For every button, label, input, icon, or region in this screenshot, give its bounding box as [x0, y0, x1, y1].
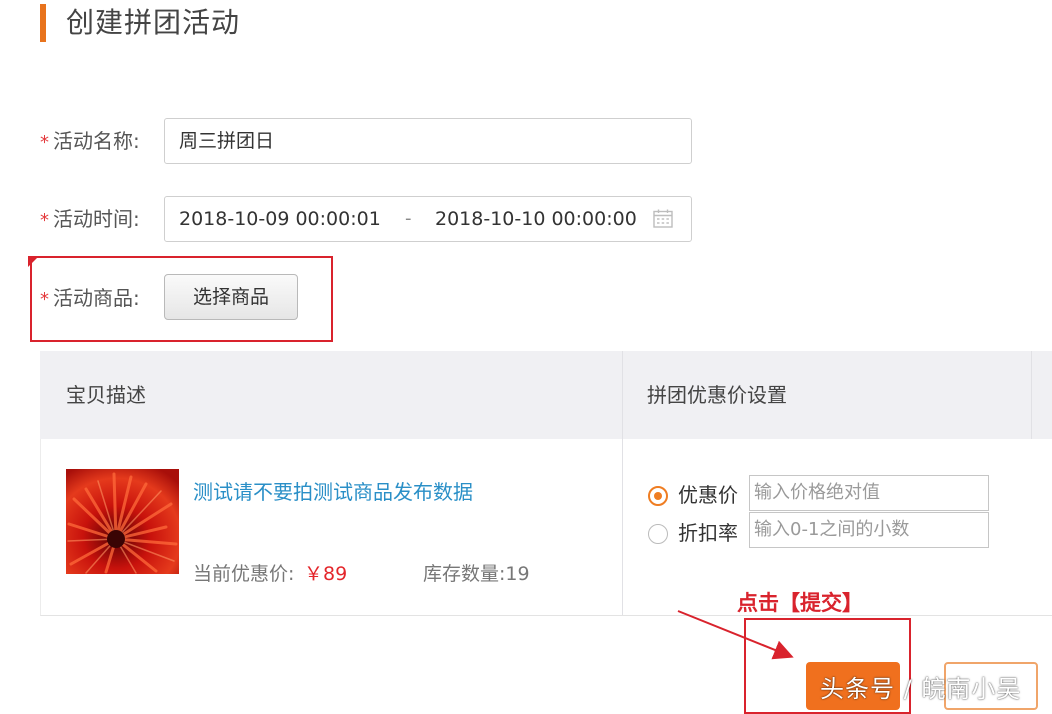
- annotation-arrow: [677, 610, 794, 660]
- watermark-text: 头条号 / 皖南小吴: [820, 675, 1022, 703]
